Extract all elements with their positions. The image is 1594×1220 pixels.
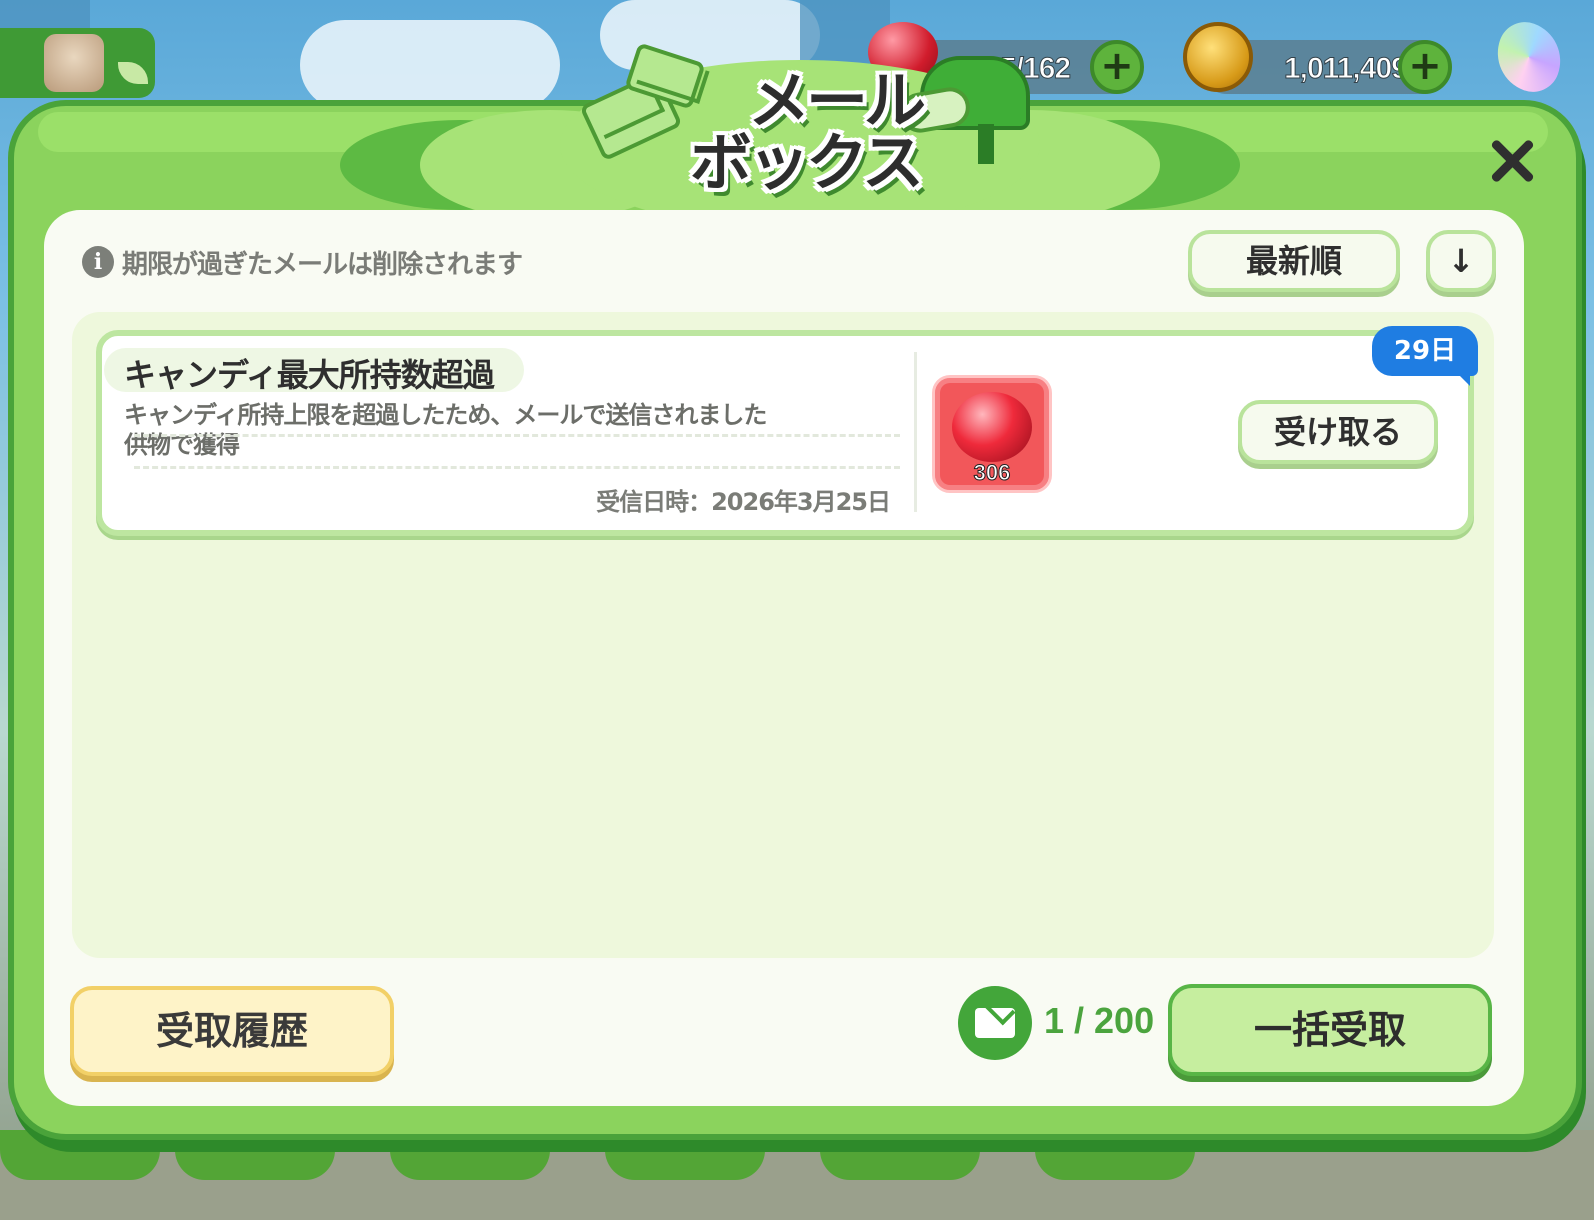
candy-icon	[952, 392, 1032, 462]
mail-count: 1 / 200	[1044, 1000, 1155, 1041]
mail-description: キャンディ所持上限を超過したため、メールで送信されました 供物で獲得	[124, 400, 904, 460]
background-cloud	[300, 20, 560, 110]
mail-icon	[958, 986, 1032, 1060]
title-line-2: ボックス	[689, 126, 924, 199]
coin-resource-count: 1,011,409	[1284, 52, 1409, 86]
receive-history-button[interactable]: 受取履歴	[70, 986, 394, 1076]
avatar[interactable]	[44, 34, 104, 92]
envelope-glyph	[975, 1008, 1015, 1038]
page-title: メール ボックス	[630, 70, 990, 220]
divider	[914, 352, 917, 512]
divider	[134, 466, 900, 469]
crystal-icon[interactable]	[1486, 14, 1572, 100]
divider	[134, 434, 900, 437]
coin-icon	[1183, 22, 1253, 92]
reward-count: 306	[973, 460, 1011, 486]
add-candy-button[interactable]: +	[1090, 40, 1144, 94]
sort-button[interactable]: 最新順	[1188, 230, 1400, 292]
received-date: 受信日時：2026年3月25日	[596, 488, 891, 516]
add-coins-button[interactable]: +	[1398, 40, 1452, 94]
expiry-notice-text: 期限が過ぎたメールは削除されます	[122, 249, 523, 280]
mail-title: キャンディ最大所持数超過	[124, 356, 495, 394]
close-icon[interactable]	[1488, 136, 1536, 184]
mail-description-line: キャンディ所持上限を超過したため、メールで送信されました	[124, 401, 767, 429]
expiry-days-badge: 29日	[1372, 326, 1478, 386]
info-icon: i	[82, 246, 114, 278]
expiry-notice: i 期限が過ぎたメールは削除されます	[82, 244, 523, 280]
title-line-1: メール	[747, 64, 926, 137]
sort-order-button[interactable]: ↓	[1426, 230, 1496, 292]
claim-all-button[interactable]: 一括受取	[1168, 984, 1492, 1076]
receive-button[interactable]: 受け取る	[1238, 400, 1438, 464]
